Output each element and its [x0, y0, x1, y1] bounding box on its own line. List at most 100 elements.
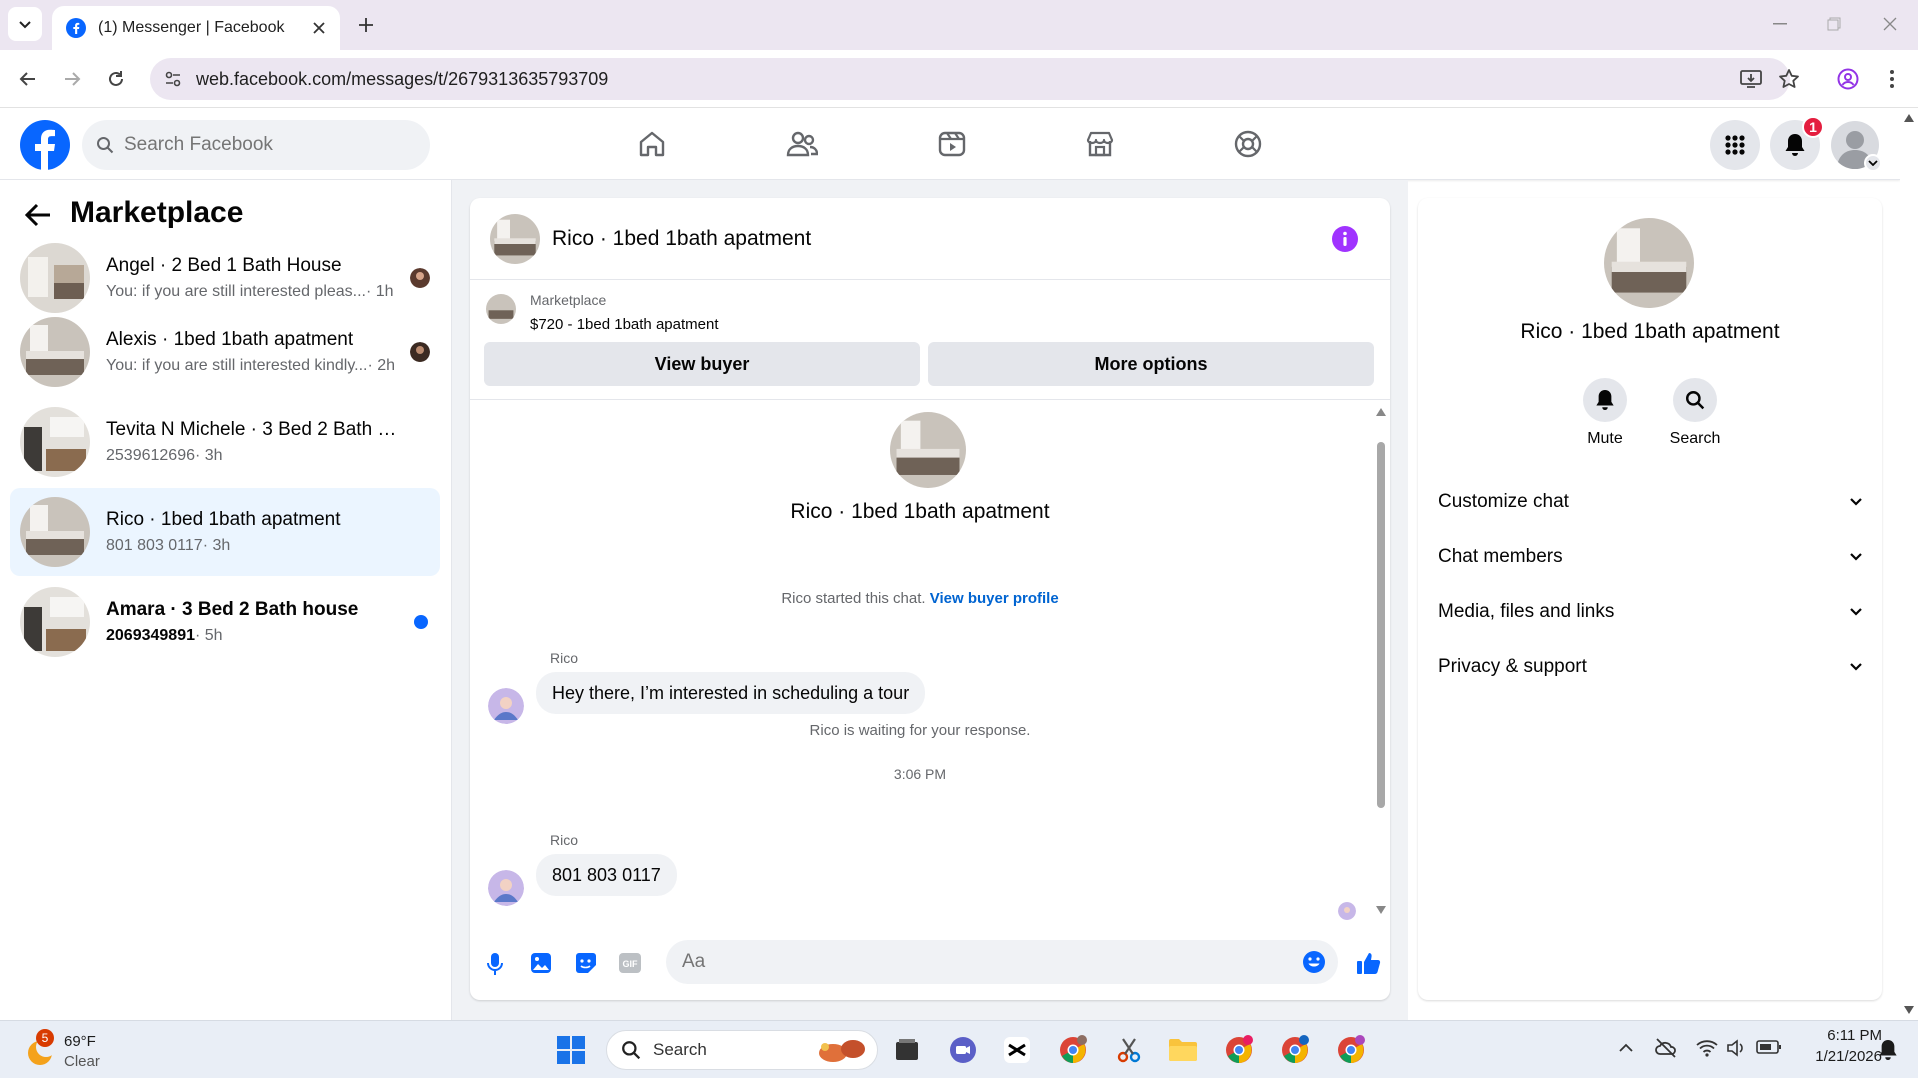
- wifi-icon[interactable]: [1696, 1039, 1718, 1057]
- file-explorer-app[interactable]: [1164, 1031, 1202, 1069]
- bell-icon: [1785, 134, 1805, 156]
- privacy-support-section[interactable]: Privacy & support: [1438, 647, 1862, 687]
- account-button[interactable]: [1830, 120, 1882, 172]
- install-app-icon[interactable]: [1740, 69, 1762, 89]
- scroll-up-icon[interactable]: [1376, 408, 1386, 416]
- close-window-button[interactable]: [1872, 6, 1908, 42]
- view-buyer-button[interactable]: View buyer: [484, 342, 920, 386]
- media-files-links-section[interactable]: Media, files and links: [1438, 592, 1862, 632]
- nav-video[interactable]: [928, 122, 976, 166]
- browser-tab-bar: (1) Messenger | Facebook: [0, 0, 1918, 50]
- seen-avatar: [410, 342, 430, 362]
- arrow-left-icon: [19, 72, 35, 86]
- conversation-item[interactable]: Alexis · 1bed 1bath apatment You: if you …: [10, 308, 440, 396]
- browser-menu-button[interactable]: [1874, 61, 1910, 97]
- conversation-name: Angel · 2 Bed 1 Bath House: [106, 255, 342, 276]
- restore-window-button[interactable]: [1816, 6, 1852, 42]
- bookmark-star-icon[interactable]: [1778, 68, 1800, 90]
- forward-button[interactable]: [54, 61, 90, 97]
- volume-icon[interactable]: [1726, 1039, 1746, 1057]
- view-buyer-profile-link[interactable]: View buyer profile: [930, 590, 1059, 607]
- search-in-chat-button[interactable]: Search: [1650, 378, 1740, 448]
- microphone-icon[interactable]: [486, 952, 504, 976]
- start-button[interactable]: [552, 1031, 590, 1069]
- chat-header[interactable]: Rico · 1bed 1bath apatment: [470, 198, 1390, 280]
- thumbs-up-icon[interactable]: [1356, 950, 1382, 976]
- mute-button[interactable]: Mute: [1560, 378, 1650, 448]
- profile-button[interactable]: [1830, 61, 1866, 97]
- chrome-app-profile-s[interactable]: [1220, 1031, 1258, 1069]
- listing-title[interactable]: $720 - 1bed 1bath apatment: [530, 316, 718, 333]
- reload-button[interactable]: [98, 61, 134, 97]
- weather-widget[interactable]: 5 69°F Clear: [22, 1029, 222, 1073]
- gif-icon[interactable]: GIF: [618, 952, 642, 974]
- sender-avatar: [488, 870, 524, 906]
- facebook-logo-icon[interactable]: [20, 120, 70, 170]
- conversation-item-unread[interactable]: Amara · 3 Bed 2 Bath house 2069349891· 5h: [10, 578, 440, 666]
- url-text: web.facebook.com/messages/t/267931363579…: [196, 68, 609, 89]
- notifications-button[interactable]: 1: [1770, 116, 1824, 170]
- info-icon[interactable]: [1332, 226, 1358, 252]
- chrome-app-profile-a[interactable]: [1276, 1031, 1314, 1069]
- site-info-icon[interactable]: [164, 70, 182, 88]
- browser-tab[interactable]: (1) Messenger | Facebook: [52, 6, 340, 50]
- conversation-name: Tevita N Michele · 3 Bed 2 Bath ho...: [106, 419, 406, 440]
- page-scrollbar[interactable]: [1900, 108, 1918, 1020]
- notification-badge: 1: [1802, 116, 1824, 138]
- new-tab-button[interactable]: [348, 7, 384, 43]
- conversation-item-selected[interactable]: Rico · 1bed 1bath apatment 801 803 0117· …: [10, 488, 440, 576]
- scroll-down-icon[interactable]: [1904, 1006, 1914, 1014]
- sticker-icon[interactable]: [574, 952, 598, 974]
- close-icon: [1883, 17, 1897, 31]
- customize-chat-section[interactable]: Customize chat: [1438, 482, 1862, 522]
- nav-gaming[interactable]: [1224, 122, 1272, 166]
- address-bar[interactable]: web.facebook.com/messages/t/267931363579…: [150, 58, 1799, 100]
- taskbar-search[interactable]: Search: [606, 1030, 878, 1070]
- section-label: Media, files and links: [1438, 601, 1615, 622]
- chat-scrollbar[interactable]: [1376, 408, 1386, 924]
- chrome-app-profile-active[interactable]: [1332, 1031, 1370, 1069]
- task-view-app[interactable]: [888, 1031, 926, 1069]
- nav-friends[interactable]: [778, 122, 826, 166]
- chat-members-section[interactable]: Chat members: [1438, 537, 1862, 577]
- notification-bell-icon[interactable]: [1878, 1039, 1898, 1061]
- more-options-button[interactable]: More options: [928, 342, 1374, 386]
- scroll-down-icon[interactable]: [1376, 906, 1386, 914]
- onedrive-offline-icon[interactable]: [1654, 1037, 1678, 1059]
- mute-label: Mute: [1587, 430, 1623, 447]
- emoji-icon[interactable]: [1302, 950, 1326, 974]
- photo-icon[interactable]: [530, 952, 552, 974]
- snipping-tool-app[interactable]: [1110, 1031, 1148, 1069]
- minimize-window-button[interactable]: [1762, 6, 1798, 42]
- message-bubble[interactable]: Hey there, I’m interested in scheduling …: [536, 672, 926, 714]
- facebook-search-input[interactable]: [124, 134, 404, 156]
- chevron-up-icon[interactable]: [1618, 1043, 1634, 1053]
- conversation-name: Rico · 1bed 1bath apatment: [106, 509, 341, 530]
- restore-icon: [1827, 17, 1841, 31]
- conversation-item[interactable]: Tevita N Michele · 3 Bed 2 Bath ho... 253…: [10, 398, 440, 486]
- message-composer: GIF: [470, 930, 1390, 1000]
- meet-app[interactable]: [944, 1031, 982, 1069]
- capcut-app[interactable]: [998, 1031, 1036, 1069]
- marketplace-icon: [1086, 131, 1114, 157]
- clock[interactable]: 6:11 PM 1/21/2026: [1792, 1027, 1882, 1065]
- friends-icon: [786, 131, 818, 157]
- scrollbar-thumb[interactable]: [1377, 442, 1385, 808]
- message-input-box[interactable]: [666, 940, 1338, 984]
- menu-button[interactable]: [1710, 120, 1760, 170]
- chrome-icon: [1282, 1035, 1309, 1063]
- back-button[interactable]: [10, 61, 46, 97]
- nav-home[interactable]: [628, 122, 676, 166]
- windows-logo-icon: [557, 1036, 585, 1064]
- scroll-up-icon[interactable]: [1904, 114, 1914, 122]
- close-tab-icon[interactable]: [312, 21, 326, 35]
- chrome-app-profile-h[interactable]: [1054, 1031, 1092, 1069]
- message-input[interactable]: [682, 951, 1262, 973]
- back-arrow-icon[interactable]: [24, 202, 52, 228]
- facebook-search[interactable]: [82, 120, 430, 170]
- battery-icon[interactable]: [1756, 1039, 1782, 1055]
- tab-list-button[interactable]: [8, 7, 42, 41]
- nav-marketplace[interactable]: [1076, 122, 1124, 166]
- message-bubble[interactable]: 801 803 0117: [536, 854, 677, 896]
- marketplace-listing-bar: Marketplace $720 - 1bed 1bath apatment V…: [470, 280, 1390, 400]
